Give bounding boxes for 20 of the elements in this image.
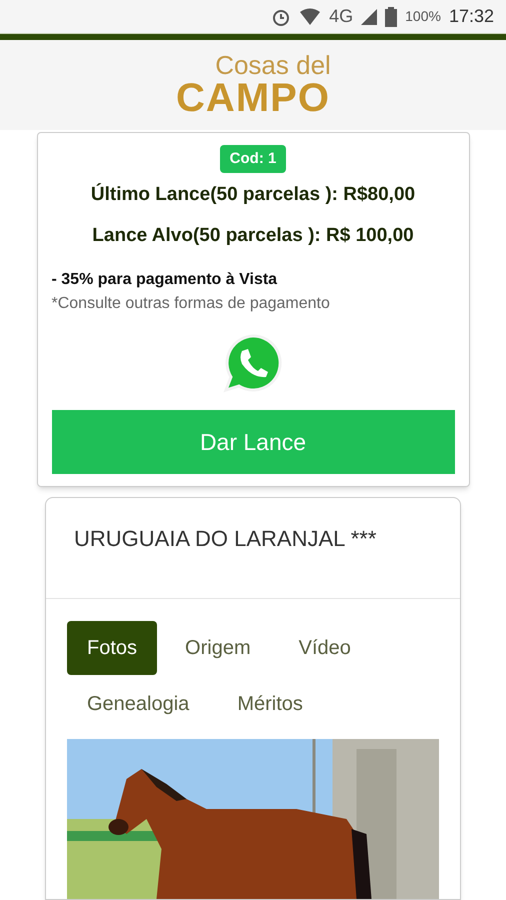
tab[interactable]: Méritos bbox=[217, 677, 323, 731]
whatsapp-icon[interactable] bbox=[222, 332, 284, 394]
discount-text: - 35% para pagamento à Vista bbox=[52, 270, 278, 290]
network-type: 4G bbox=[329, 5, 354, 28]
target-bid: Lance Alvo(50 parcelas ): R$ 100,00 bbox=[92, 224, 414, 248]
tab[interactable]: Origem bbox=[165, 621, 271, 675]
animal-title: URUGUAIA DO LARANJAL *** bbox=[74, 526, 376, 551]
clock: 17:32 bbox=[448, 5, 494, 28]
battery-icon bbox=[385, 6, 398, 27]
last-bid: Último Lance(50 parcelas ): R$80,00 bbox=[90, 182, 416, 207]
wifi-icon bbox=[299, 8, 322, 26]
payment-note: *Consulte outras formas de pagamento bbox=[52, 294, 330, 314]
signal-icon bbox=[361, 8, 378, 25]
tab[interactable]: Fotos bbox=[67, 621, 158, 675]
tab[interactable]: Genealogia bbox=[67, 677, 210, 731]
logo-tagline: Cosas del bbox=[214, 52, 331, 78]
logo-wordmark: CAMPO bbox=[176, 78, 330, 118]
tab[interactable]: Vídeo bbox=[278, 621, 371, 675]
code-badge: Cod: 1 bbox=[220, 144, 286, 173]
battery-level: 100% bbox=[405, 7, 441, 26]
